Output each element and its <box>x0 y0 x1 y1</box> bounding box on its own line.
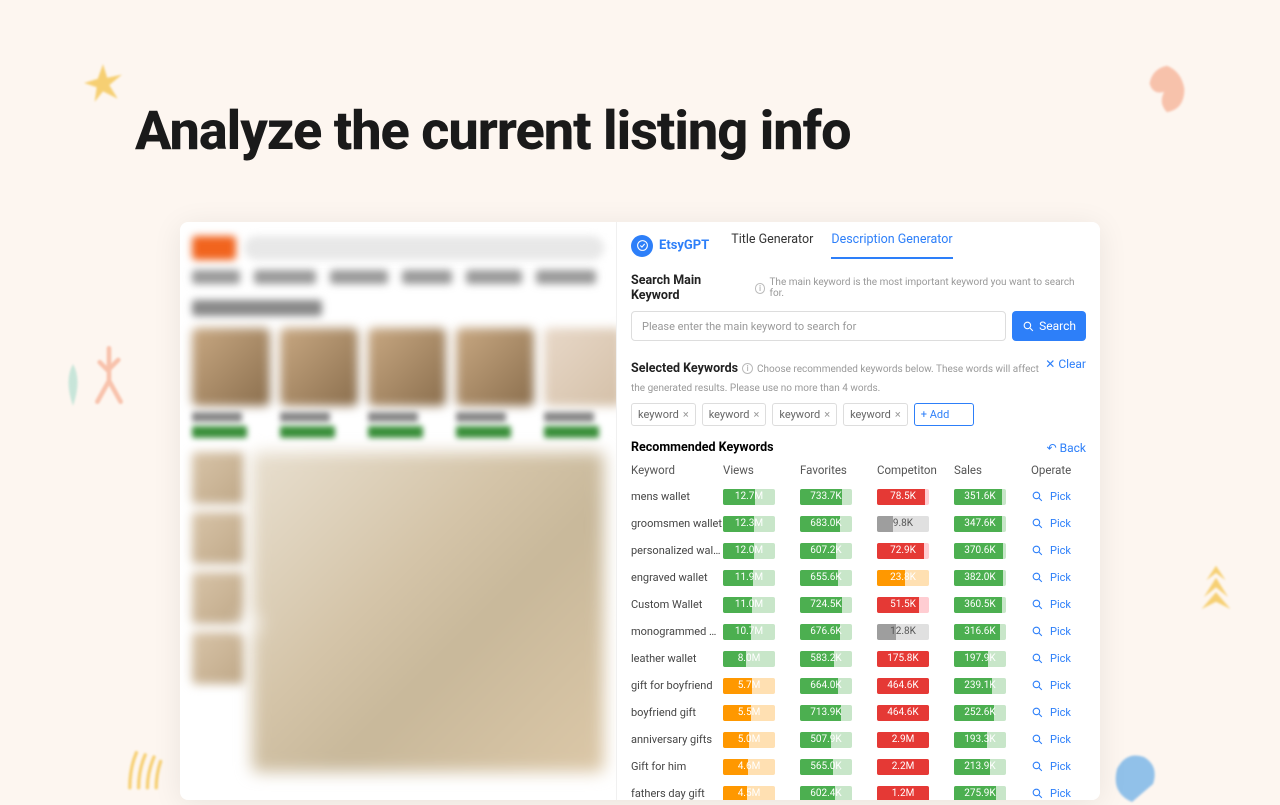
search-icon[interactable] <box>1031 544 1044 557</box>
table-row: anniversary gifts5.0M507.9K2.9M193.3KPic… <box>631 726 1086 753</box>
tab-description-generator[interactable]: Description Generator <box>831 232 952 259</box>
table-row: personalized wallet12.0M607.2K72.9K370.6… <box>631 537 1086 564</box>
search-icon[interactable] <box>1031 625 1044 638</box>
remove-chip-icon[interactable]: × <box>754 408 760 421</box>
keyword-cell: anniversary gifts <box>631 733 723 746</box>
keyword-cell: fathers day gift <box>631 787 723 800</box>
keyword-cell: Gift for him <box>631 760 723 773</box>
pick-button[interactable]: Pick <box>1050 679 1071 692</box>
keyword-cell: gift for boyfriend <box>631 679 723 692</box>
keyword-cell: Custom Wallet <box>631 598 723 611</box>
etsy-gpt-panel: EtsyGPT Title Generator Description Gener… <box>616 222 1100 800</box>
pick-button[interactable]: Pick <box>1050 652 1071 665</box>
keyword-cell: groomsmen wallet <box>631 517 723 530</box>
table-row: fathers day gift4.5M602.4K1.2M275.9KPick <box>631 780 1086 800</box>
pick-button[interactable]: Pick <box>1050 706 1071 719</box>
tabs: Title Generator Description Generator <box>731 232 952 259</box>
search-icon[interactable] <box>1031 490 1044 503</box>
keyword-chip[interactable]: keyword× <box>631 403 696 426</box>
search-icon[interactable] <box>1031 652 1044 665</box>
tab-title-generator[interactable]: Title Generator <box>731 232 813 259</box>
keyword-cell: engraved wallet <box>631 571 723 584</box>
page-title: Analyze the current listing info <box>135 100 851 163</box>
keyword-cell: leather wallet <box>631 652 723 665</box>
brand-name: EtsyGPT <box>659 238 709 253</box>
add-keyword-input[interactable]: + Add <box>914 403 975 426</box>
table-row: leather wallet8.0M583.2K175.8K197.9KPick <box>631 645 1086 672</box>
clear-button[interactable]: ✕ Clear <box>1045 357 1086 371</box>
table-header: KeywordViewsFavoritesCompetitonSalesOper… <box>631 459 1086 483</box>
undo-icon: ↶ <box>1047 441 1057 455</box>
table-row: engraved wallet11.9M655.6K23.8K382.0KPic… <box>631 564 1086 591</box>
pick-button[interactable]: Pick <box>1050 544 1071 557</box>
search-icon[interactable] <box>1031 598 1044 611</box>
pick-button[interactable]: Pick <box>1050 517 1071 530</box>
info-icon: i <box>742 363 753 374</box>
selected-label: Selected Keywords i <box>631 361 753 376</box>
pick-button[interactable]: Pick <box>1050 760 1071 773</box>
keyword-cell: mens wallet <box>631 490 723 503</box>
pick-button[interactable]: Pick <box>1050 625 1071 638</box>
search-icon[interactable] <box>1031 760 1044 773</box>
remove-chip-icon[interactable]: × <box>824 408 830 421</box>
close-icon: ✕ <box>1045 357 1055 371</box>
table-row: mens wallet12.7M733.7K78.5K351.6KPick <box>631 483 1086 510</box>
search-icon[interactable] <box>1031 733 1044 746</box>
search-icon[interactable] <box>1031 679 1044 692</box>
table-row: gift for boyfriend5.7M664.0K464.6K239.1K… <box>631 672 1086 699</box>
pick-button[interactable]: Pick <box>1050 787 1071 800</box>
search-input[interactable]: Please enter the main keyword to search … <box>631 311 1006 341</box>
etsy-background <box>180 222 616 800</box>
remove-chip-icon[interactable]: × <box>895 408 901 421</box>
table-row: Gift for him4.6M565.0K2.2M213.9KPick <box>631 753 1086 780</box>
search-icon[interactable] <box>1031 706 1044 719</box>
app-card: EtsyGPT Title Generator Description Gener… <box>180 222 1100 800</box>
search-icon[interactable] <box>1031 517 1044 530</box>
search-label: Search Main Keyword i The main keyword i… <box>631 273 1086 303</box>
pick-button[interactable]: Pick <box>1050 571 1071 584</box>
pick-button[interactable]: Pick <box>1050 598 1071 611</box>
recommended-title: Recommended Keywords <box>631 440 774 455</box>
remove-chip-icon[interactable]: × <box>683 408 689 421</box>
etsy-gpt-logo-icon <box>631 235 653 257</box>
keyword-chip[interactable]: keyword× <box>702 403 767 426</box>
table-row: boyfriend gift5.5M713.9K464.6K252.6KPick <box>631 699 1086 726</box>
info-icon: i <box>755 283 766 294</box>
keyword-cell: monogrammed wallet <box>631 625 723 638</box>
keyword-chip[interactable]: keyword× <box>772 403 837 426</box>
search-icon <box>1022 320 1035 333</box>
search-button[interactable]: Search <box>1012 311 1086 341</box>
keyword-cell: personalized wallet <box>631 544 723 557</box>
table-row: monogrammed wallet10.7M676.6K12.8K316.6K… <box>631 618 1086 645</box>
back-button[interactable]: ↶ Back <box>1047 441 1086 455</box>
table-row: Custom Wallet11.0M724.5K51.5K360.5KPick <box>631 591 1086 618</box>
pick-button[interactable]: Pick <box>1050 733 1071 746</box>
table-row: groomsmen wallet12.3M683.0K9.8K347.6KPic… <box>631 510 1086 537</box>
pick-button[interactable]: Pick <box>1050 490 1071 503</box>
keyword-chip[interactable]: keyword× <box>843 403 908 426</box>
keyword-cell: boyfriend gift <box>631 706 723 719</box>
search-icon[interactable] <box>1031 571 1044 584</box>
search-icon[interactable] <box>1031 787 1044 800</box>
